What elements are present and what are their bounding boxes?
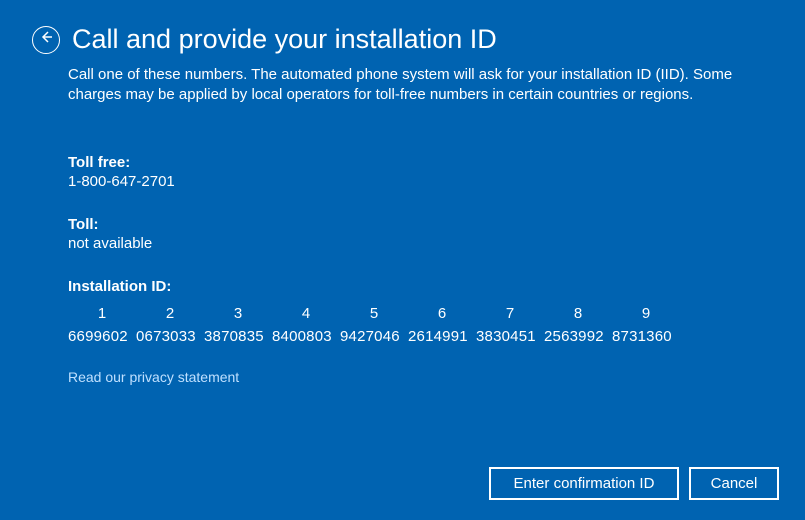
iid-col-header: 5 (340, 305, 408, 328)
toll-section: Toll: not available (68, 216, 737, 252)
iid-col-header: 1 (68, 305, 136, 328)
iid-group: 8731360 (612, 328, 680, 345)
iid-data-row: 6699602 0673033 3870835 8400803 9427046 … (68, 328, 737, 345)
iid-col-header: 8 (544, 305, 612, 328)
iid-group: 3830451 (476, 328, 544, 345)
description-text: Call one of these numbers. The automated… (68, 65, 737, 106)
toll-free-label: Toll free: (68, 154, 737, 171)
installation-id-section: Installation ID: 1 2 3 4 5 6 7 8 9 66996… (68, 278, 737, 345)
toll-value: not available (68, 235, 737, 252)
iid-group: 3870835 (204, 328, 272, 345)
enter-confirmation-id-button[interactable]: Enter confirmation ID (489, 467, 679, 500)
cancel-button[interactable]: Cancel (689, 467, 779, 500)
iid-group: 2563992 (544, 328, 612, 345)
toll-label: Toll: (68, 216, 737, 233)
iid-col-header: 9 (612, 305, 680, 328)
arrow-left-icon (38, 29, 54, 50)
installation-id-label: Installation ID: (68, 278, 737, 295)
iid-group: 6699602 (68, 328, 136, 345)
iid-group: 9427046 (340, 328, 408, 345)
iid-col-header: 2 (136, 305, 204, 328)
toll-free-section: Toll free: 1-800-647-2701 (68, 154, 737, 190)
iid-col-header: 6 (408, 305, 476, 328)
back-button[interactable] (32, 26, 60, 54)
iid-header-row: 1 2 3 4 5 6 7 8 9 (68, 305, 737, 328)
iid-group: 8400803 (272, 328, 340, 345)
page-title: Call and provide your installation ID (72, 24, 497, 55)
toll-free-value: 1-800-647-2701 (68, 173, 737, 190)
iid-col-header: 3 (204, 305, 272, 328)
privacy-statement-link[interactable]: Read our privacy statement (68, 369, 239, 385)
iid-group: 0673033 (136, 328, 204, 345)
iid-group: 2614991 (408, 328, 476, 345)
iid-col-header: 7 (476, 305, 544, 328)
iid-col-header: 4 (272, 305, 340, 328)
